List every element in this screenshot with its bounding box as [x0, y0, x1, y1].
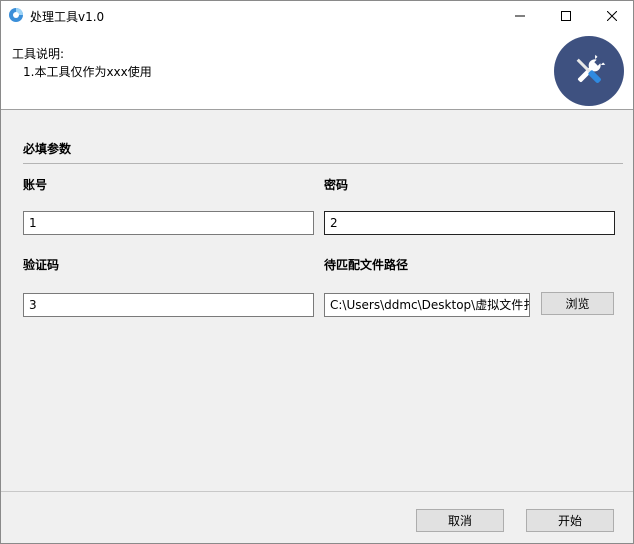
password-field[interactable]: 2 — [324, 211, 615, 235]
close-button[interactable] — [589, 1, 634, 31]
close-icon — [607, 11, 617, 21]
footer-divider — [1, 491, 633, 492]
maximize-button[interactable] — [543, 1, 589, 31]
maximize-icon — [561, 11, 571, 21]
minimize-button[interactable] — [497, 1, 543, 31]
description-line: 1.本工具仅作为xxx使用 — [23, 65, 152, 79]
app-logo-icon — [9, 8, 23, 22]
file-path-field[interactable]: C:\Users\ddmc\Desktop\虚拟文件扌 — [324, 293, 530, 317]
minimize-icon — [515, 15, 525, 17]
app-window: 处理工具v1.0 工具说明: 1.本工具仅作为xxx使用 必填参数 账号 1 密… — [0, 0, 634, 544]
cancel-button[interactable]: 取消 — [416, 509, 504, 532]
password-label: 密码 — [324, 178, 349, 192]
description-title: 工具说明: — [12, 47, 65, 61]
browse-button[interactable]: 浏览 — [541, 292, 614, 315]
account-label: 账号 — [23, 178, 48, 192]
section-divider — [23, 163, 623, 164]
window-title: 处理工具v1.0 — [30, 10, 105, 24]
header-panel: 工具说明: 1.本工具仅作为xxx使用 — [1, 31, 633, 110]
file-path-label: 待匹配文件路径 — [324, 258, 409, 272]
tools-icon — [576, 54, 606, 83]
title-bar[interactable]: 处理工具v1.0 — [1, 1, 633, 31]
account-field[interactable]: 1 — [23, 211, 314, 235]
start-button[interactable]: 开始 — [526, 509, 614, 532]
captcha-field[interactable]: 3 — [23, 293, 314, 317]
captcha-label: 验证码 — [23, 258, 60, 272]
section-title: 必填参数 — [23, 142, 72, 156]
tool-badge — [554, 36, 624, 106]
